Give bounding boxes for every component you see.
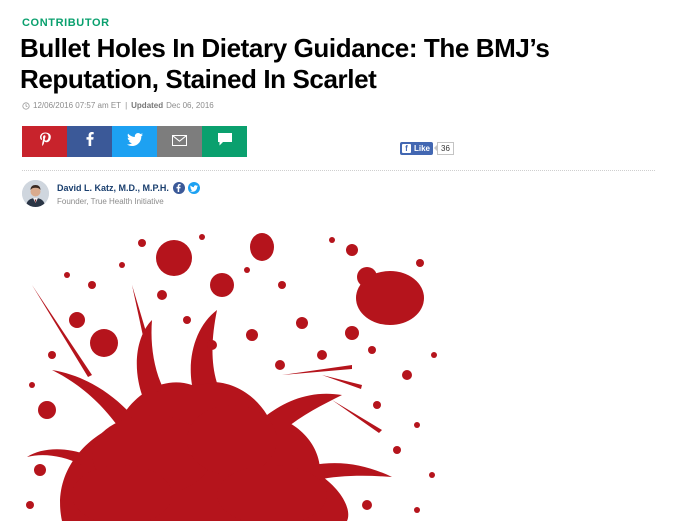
section-label[interactable]: CONTRIBUTOR [22,17,110,29]
like-count: 36 [434,142,454,155]
author-byline: David L. Katz, M.D., M.P.H. Founder, Tru… [22,180,203,207]
facebook-icon [176,179,181,197]
comment-icon [217,132,232,151]
divider [22,170,655,171]
article-headline: Bullet Holes In Dietary Guidance: The BM… [20,33,550,94]
timestamp-separator: | [125,101,128,110]
facebook-icon [86,132,94,151]
pinterest-icon [39,132,51,151]
facebook-like-button[interactable]: f Like [400,142,434,155]
hero-image [22,225,452,521]
updated-label: Updated [131,101,164,110]
facebook-share-button[interactable] [67,126,112,157]
author-line: David L. Katz, M.D., M.P.H. [57,182,203,194]
like-label: Like [414,144,431,153]
author-title: Founder, True Health Initiative [57,197,164,206]
envelope-icon [172,133,187,151]
published-date: 12/06/2016 07:57 am ET [33,101,122,110]
author-twitter-link[interactable] [187,179,200,197]
article-timestamp: 12/06/2016 07:57 am ET | Updated Dec 06,… [22,101,214,110]
share-bar [22,126,247,157]
author-avatar[interactable] [22,180,49,207]
author-facebook-link[interactable] [172,179,185,197]
facebook-logo-icon: f [402,144,411,153]
twitter-share-button[interactable] [112,126,157,157]
comment-share-button[interactable] [202,126,247,157]
author-info: David L. Katz, M.D., M.P.H. Founder, Tru… [57,180,203,206]
email-share-button[interactable] [157,126,202,157]
updated-date: Dec 06, 2016 [166,101,214,110]
pinterest-share-button[interactable] [22,126,67,157]
facebook-like-widget: f Like 36 [400,142,454,155]
twitter-icon [126,132,143,151]
author-name[interactable]: David L. Katz, M.D., M.P.H. [57,183,169,193]
twitter-icon [189,179,198,197]
clock-icon [22,101,30,110]
